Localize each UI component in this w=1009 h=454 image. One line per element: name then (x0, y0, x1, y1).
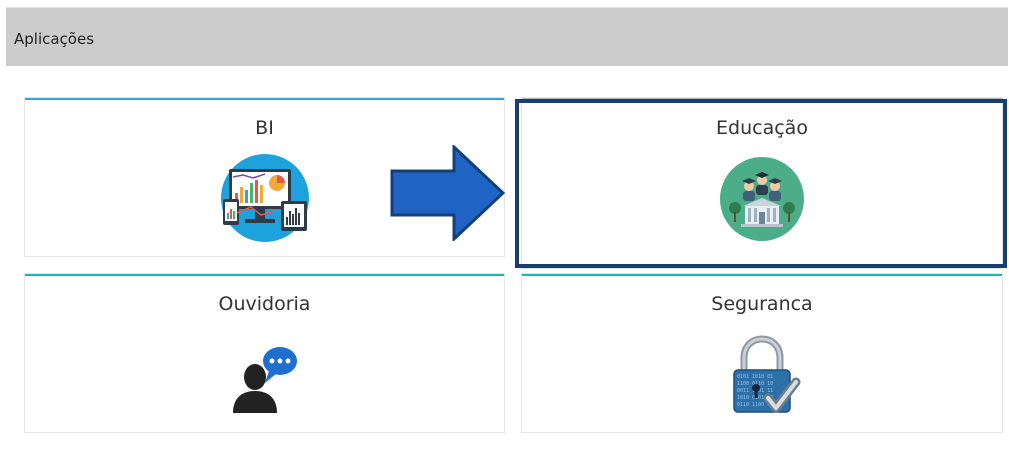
header-title: Aplicações (14, 30, 95, 48)
card-accent (522, 274, 1002, 276)
card-label: Seguranca (711, 293, 813, 315)
app-card-ouvidoria[interactable]: Ouvidoria (24, 273, 505, 433)
card-accent (25, 98, 504, 100)
header-bar: Aplicações (6, 7, 1008, 66)
school-graduates-icon (720, 157, 804, 241)
card-label: Ouvidoria (218, 293, 311, 315)
card-label: Educação (716, 117, 808, 139)
card-label: BI (255, 117, 274, 139)
bi-dashboard-icon (220, 154, 309, 242)
card-accent (25, 274, 504, 276)
page: Aplicações BI Educação Ouvidoria Seguran… (0, 0, 1009, 454)
card-accent (522, 98, 1002, 100)
person-speech-bubble-icon (232, 347, 297, 413)
blue-arrow-right-icon (390, 145, 505, 241)
svg-text:0101 1010 01: 0101 1010 01 (737, 374, 773, 380)
app-card-educacao[interactable]: Educação (521, 97, 1003, 269)
app-card-seguranca[interactable]: Seguranca 0101 1010 01 1100 0110 10 0011… (521, 273, 1003, 433)
padlock-check-icon: 0101 1010 01 1100 0110 10 0011 1001 11 1… (733, 335, 801, 413)
